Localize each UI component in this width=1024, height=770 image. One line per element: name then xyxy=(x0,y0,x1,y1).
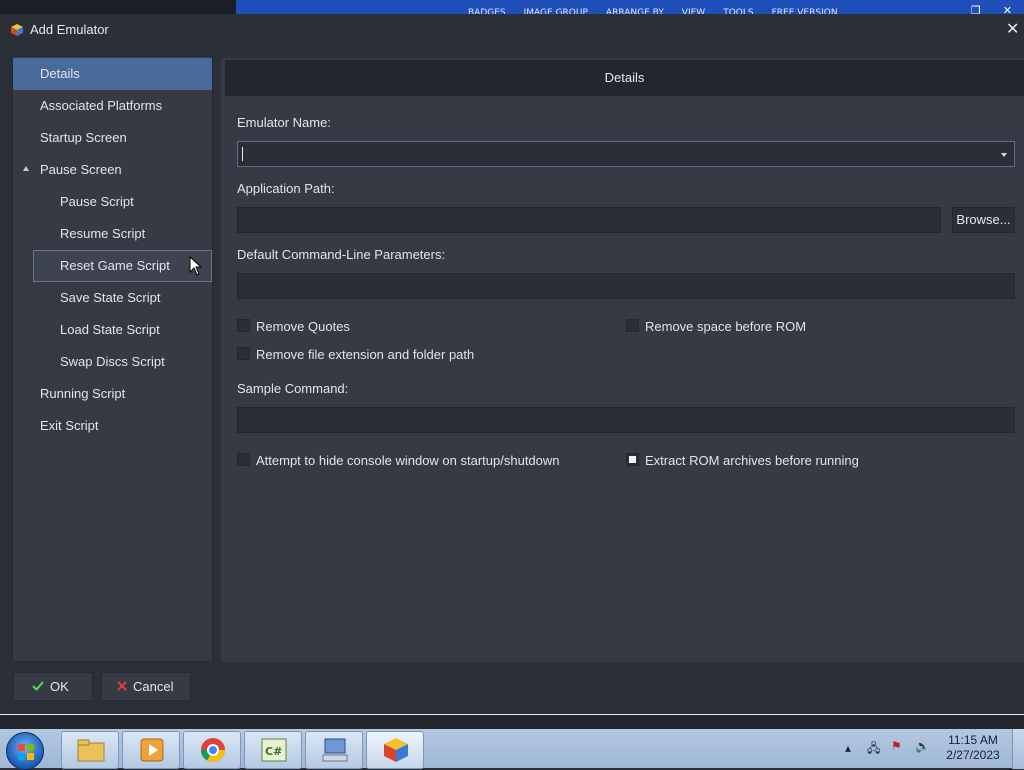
cancel-button[interactable]: Cancel xyxy=(101,672,191,701)
bg-menu-view[interactable]: VIEW xyxy=(682,0,705,14)
clock-time: 11:15 AM xyxy=(948,733,998,747)
application-path-input[interactable] xyxy=(237,207,941,233)
remove-quotes-label[interactable]: Remove Quotes xyxy=(256,319,350,334)
taskbar-csharp-ide[interactable]: C# xyxy=(244,731,302,769)
bg-menu-badges[interactable]: BADGES xyxy=(468,0,506,14)
chevron-down-icon[interactable] xyxy=(1001,153,1007,157)
text-caret xyxy=(242,147,243,161)
nav-item-exit-script[interactable]: Exit Script xyxy=(13,410,212,442)
nav-item-details[interactable]: Details xyxy=(13,58,212,90)
extract-rom-checkbox[interactable] xyxy=(626,453,639,466)
command-line-params-input[interactable] xyxy=(237,273,1015,299)
remove-extension-checkbox[interactable] xyxy=(237,347,250,360)
dialog-title: Add Emulator xyxy=(30,22,109,37)
media-player-icon xyxy=(140,738,164,762)
taskbar-chrome[interactable] xyxy=(183,731,241,769)
dialog-titlebar: Add Emulator ✕ xyxy=(0,14,1024,46)
bg-menu-free-version[interactable]: FREE VERSION xyxy=(772,0,838,14)
remove-quotes-checkbox[interactable] xyxy=(237,319,250,332)
folder-icon xyxy=(77,739,105,762)
sample-command-field xyxy=(237,407,1015,433)
nav-item-startup-screen[interactable]: Startup Screen xyxy=(13,122,212,154)
chrome-icon xyxy=(201,738,225,763)
bg-menu-image-group[interactable]: IMAGE GROUP xyxy=(524,0,588,14)
bg-menu-arrange-by[interactable]: ARRANGE BY xyxy=(606,0,664,14)
show-hidden-icons-icon[interactable]: ▴ xyxy=(845,741,851,755)
close-icon[interactable]: ✕ xyxy=(1003,0,1012,14)
remove-space-checkbox[interactable] xyxy=(626,319,639,332)
panel-header: Details xyxy=(225,60,1024,96)
clock-date: 2/27/2023 xyxy=(946,748,1000,762)
show-desktop-button[interactable] xyxy=(1012,729,1024,769)
bg-menu-tools[interactable]: TOOLS xyxy=(723,0,753,14)
nav-item-reset-game-script[interactable]: Reset Game Script xyxy=(33,250,212,282)
taskbar-launchbox[interactable] xyxy=(366,731,424,769)
emulator-name-combobox[interactable] xyxy=(237,141,1015,167)
remove-extension-label[interactable]: Remove file extension and folder path xyxy=(256,347,474,362)
dialog-close-icon[interactable]: ✕ xyxy=(1006,19,1022,39)
start-button[interactable] xyxy=(6,732,44,770)
hide-console-label[interactable]: Attempt to hide console window on startu… xyxy=(256,453,560,468)
cancel-x-icon xyxy=(117,681,127,691)
nav-item-pause-screen[interactable]: Pause Screen xyxy=(13,154,212,186)
launchbox-cube-icon xyxy=(384,738,408,762)
taskbar: C# ▴ 🖧 ⚑ 🔊 11:15 AM 2/27/2023 xyxy=(0,714,1024,770)
svg-text:C#: C# xyxy=(265,745,282,758)
action-center-flag-icon[interactable]: ⚑ xyxy=(891,739,902,753)
command-line-params-label: Default Command-Line Parameters: xyxy=(237,247,446,262)
csharp-icon: C# xyxy=(261,738,287,762)
nav-item-swap-discs-script[interactable]: Swap Discs Script xyxy=(13,346,212,378)
nav-item-resume-script[interactable]: Resume Script xyxy=(13,218,212,250)
ok-button[interactable]: OK xyxy=(13,672,93,701)
computer-keyboard-icon xyxy=(322,738,348,762)
sample-command-label: Sample Command: xyxy=(237,381,349,396)
taskbar-explorer[interactable] xyxy=(61,731,119,769)
taskbar-remote-desktop[interactable] xyxy=(305,731,363,769)
hide-console-checkbox[interactable] xyxy=(237,453,250,466)
browse-button[interactable]: Browse... xyxy=(952,207,1015,233)
nav-item-running-script[interactable]: Running Script xyxy=(13,378,212,410)
taskbar-media-player[interactable] xyxy=(122,731,180,769)
collapse-arrow-icon[interactable] xyxy=(23,166,29,171)
details-panel: Details Emulator Name: Application Path:… xyxy=(221,58,1024,662)
nav-item-associated-platforms[interactable]: Associated Platforms xyxy=(13,90,212,122)
extract-rom-label[interactable]: Extract ROM archives before running xyxy=(645,453,859,468)
section-nav: Details Associated Platforms Startup Scr… xyxy=(12,56,213,662)
windows-logo-icon xyxy=(18,744,34,760)
emulator-name-label: Emulator Name: xyxy=(237,115,331,130)
mouse-pointer-icon xyxy=(189,256,203,276)
checkmark-icon xyxy=(32,681,44,691)
add-emulator-dialog: Add Emulator ✕ Details Associated Platfo… xyxy=(0,14,1024,714)
nav-item-pause-script[interactable]: Pause Script xyxy=(13,186,212,218)
nav-item-load-state-script[interactable]: Load State Script xyxy=(13,314,212,346)
background-menu: BADGES IMAGE GROUP ARRANGE BY VIEW TOOLS… xyxy=(468,0,856,14)
remove-space-label[interactable]: Remove space before ROM xyxy=(645,319,806,334)
taskbar-clock[interactable]: 11:15 AM 2/27/2023 xyxy=(940,733,1006,763)
volume-icon[interactable]: 🔊 xyxy=(915,739,930,753)
launchbox-cube-icon xyxy=(11,24,23,36)
nav-item-save-state-script[interactable]: Save State Script xyxy=(13,282,212,314)
application-path-label: Application Path: xyxy=(237,181,335,196)
background-app-menubar: BADGES IMAGE GROUP ARRANGE BY VIEW TOOLS… xyxy=(0,0,1024,14)
network-icon[interactable]: 🖧 xyxy=(867,739,880,760)
restore-icon[interactable]: ❐ xyxy=(971,0,981,14)
